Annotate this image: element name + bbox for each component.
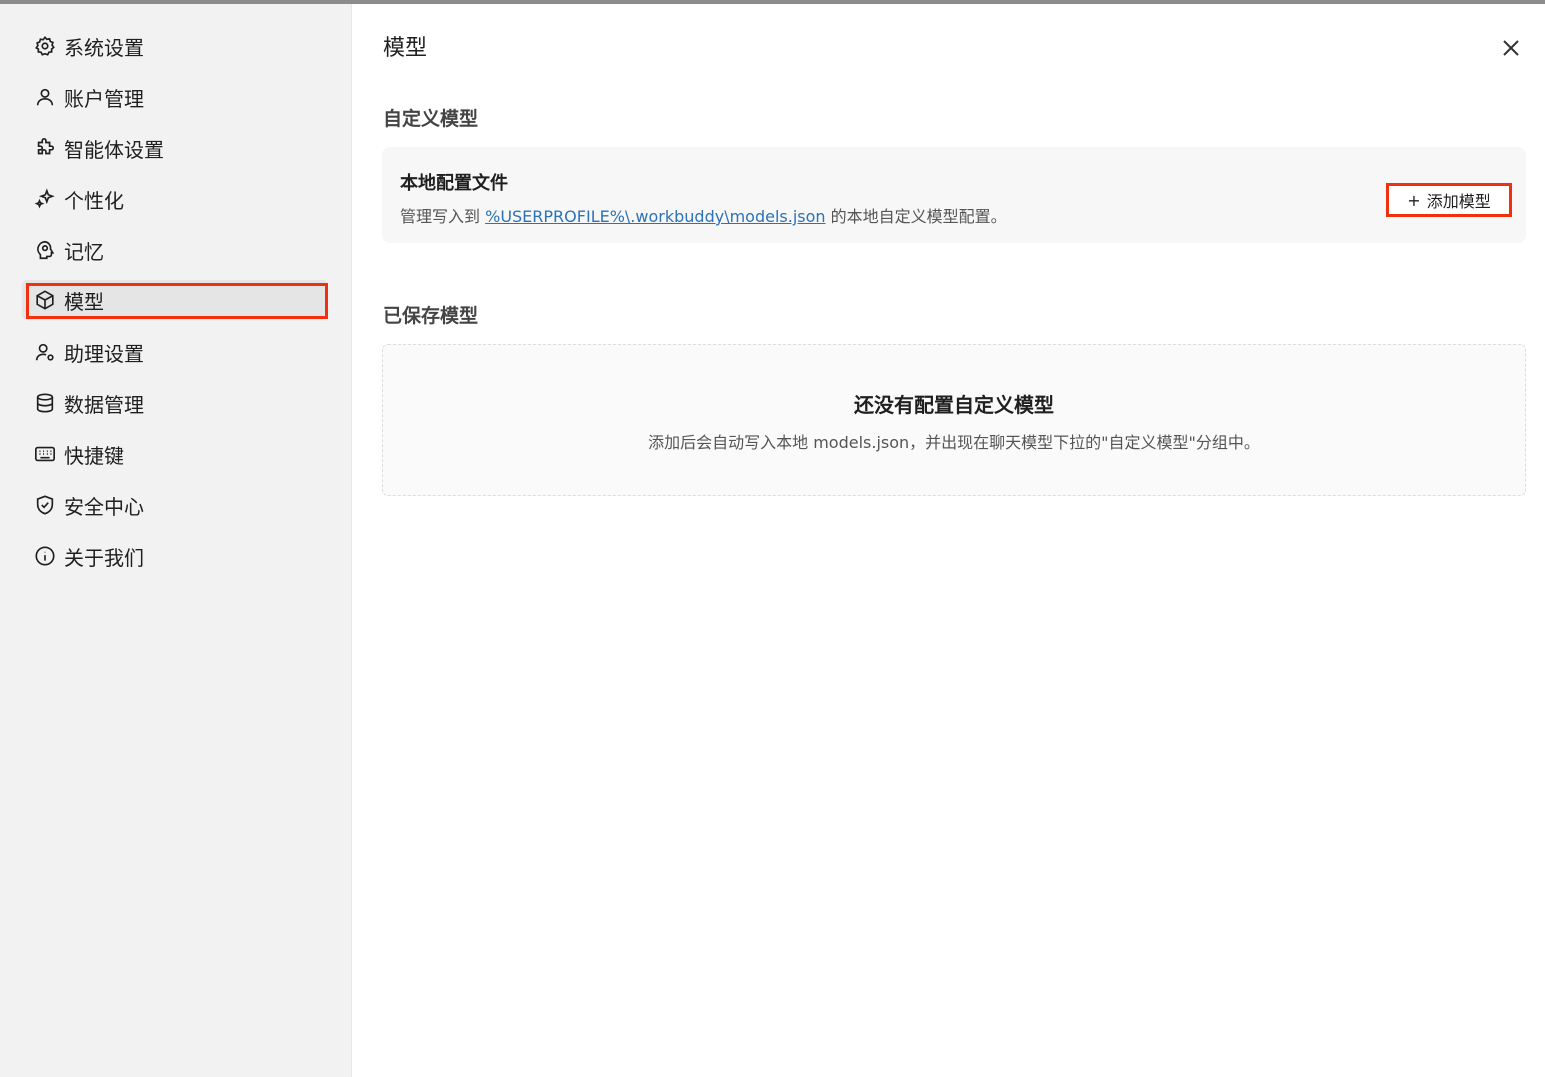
info-icon	[34, 545, 56, 567]
sidebar-item-label: 关于我们	[64, 545, 144, 570]
section-title-custom-models: 自定义模型	[383, 108, 479, 130]
sidebar-item-account[interactable]: 账户管理	[22, 77, 328, 117]
sidebar-item-personalization[interactable]: 个性化	[22, 179, 328, 219]
sidebar-item-label: 系统设置	[64, 35, 144, 60]
sidebar-item-shortcuts[interactable]: 快捷键	[22, 434, 328, 474]
desc-prefix: 管理写入到	[400, 207, 481, 226]
close-icon	[1503, 40, 1519, 56]
empty-state-title: 还没有配置自定义模型	[854, 393, 1054, 417]
keyboard-icon	[34, 443, 56, 465]
empty-state-description: 添加后会自动写入本地 models.json，并出现在聊天模型下拉的"自定义模型…	[648, 433, 1260, 452]
sidebar-item-label: 模型	[64, 289, 104, 314]
sidebar-item-data-management[interactable]: 数据管理	[22, 383, 328, 423]
sidebar-item-label: 账户管理	[64, 86, 144, 111]
shield-icon	[34, 494, 56, 516]
card-title: 本地配置文件	[400, 173, 508, 194]
saved-models-empty-state: 还没有配置自定义模型 添加后会自动写入本地 models.json，并出现在聊天…	[382, 344, 1526, 496]
add-model-button[interactable]: + 添加模型	[1386, 183, 1512, 217]
settings-main-panel: 模型 自定义模型 本地配置文件 管理写入到 %USERPROFILE%\.wor…	[353, 4, 1545, 1077]
sidebar-item-models[interactable]: 模型	[22, 280, 328, 320]
sidebar-item-about-us[interactable]: 关于我们	[22, 536, 328, 576]
sidebar-item-agent-settings[interactable]: 智能体设置	[22, 128, 328, 168]
config-file-link[interactable]: %USERPROFILE%\.workbuddy\models.json	[485, 207, 825, 226]
sidebar-item-label: 安全中心	[64, 494, 144, 519]
add-model-label: 添加模型	[1426, 192, 1491, 211]
brain-icon	[34, 239, 56, 261]
plus-icon: +	[1407, 190, 1421, 210]
sidebar-item-memory[interactable]: 记忆	[22, 230, 328, 270]
local-config-card: 本地配置文件 管理写入到 %USERPROFILE%\.workbuddy\mo…	[382, 147, 1526, 243]
sidebar-item-security-center[interactable]: 安全中心	[22, 485, 328, 525]
sidebar-item-system-settings[interactable]: 系统设置	[22, 26, 328, 66]
settings-sidebar: 系统设置 账户管理 智能体设置 个性化 记忆 模型 助理设置 数据管理 快捷键 …	[0, 4, 352, 1077]
sidebar-item-assistant-settings[interactable]: 助理设置	[22, 332, 328, 372]
sparkle-icon	[34, 188, 56, 210]
database-icon	[34, 392, 56, 414]
user-gear-icon	[34, 341, 56, 363]
puzzle-icon	[34, 137, 56, 159]
user-icon	[34, 86, 56, 108]
sidebar-item-label: 助理设置	[64, 341, 144, 366]
sidebar-item-label: 智能体设置	[64, 137, 164, 162]
card-description: 管理写入到 %USERPROFILE%\.workbuddy\models.js…	[400, 203, 1007, 227]
desc-suffix: 的本地自定义模型配置。	[830, 207, 1007, 226]
cube-icon	[34, 289, 56, 311]
gear-icon	[34, 35, 56, 57]
page-title: 模型	[383, 36, 428, 61]
sidebar-item-label: 记忆	[64, 239, 104, 264]
section-title-saved-models: 已保存模型	[383, 305, 479, 327]
sidebar-item-label: 个性化	[64, 188, 124, 213]
sidebar-item-label: 快捷键	[64, 443, 124, 468]
sidebar-item-label: 数据管理	[64, 392, 144, 417]
close-button[interactable]	[1497, 34, 1525, 62]
